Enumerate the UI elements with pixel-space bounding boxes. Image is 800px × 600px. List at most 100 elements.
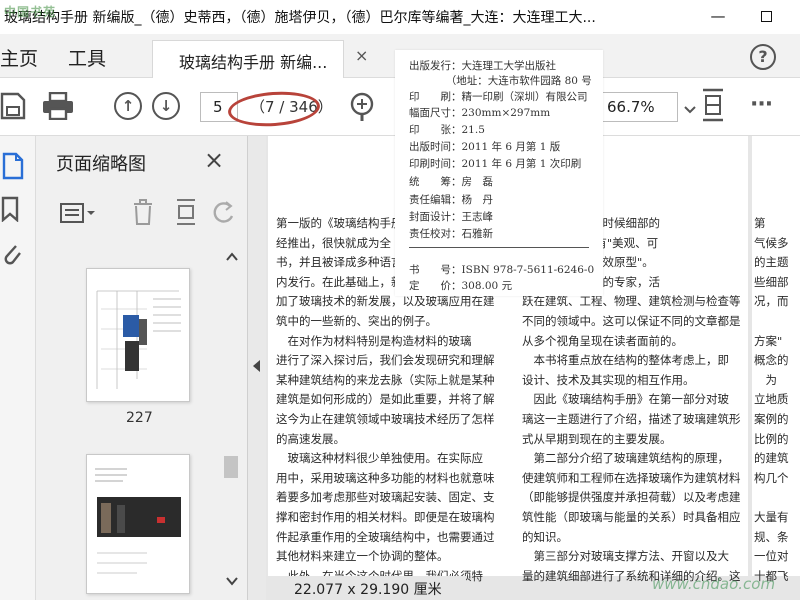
text-line: 第三部分对玻璃支撑方法、开窗以及大 [522, 549, 729, 564]
delete-page-icon[interactable] [132, 198, 154, 226]
scroll-down-icon[interactable] [226, 576, 238, 586]
colophon-line: 出版发行：大连理工大学出版社 [409, 60, 556, 72]
text-line: 第二部分介绍了玻璃建筑结构的原理， [522, 451, 729, 466]
panel-toolbar [36, 194, 248, 234]
text-line: 因此《玻璃结构手册》在第一部分对玻 [522, 392, 729, 407]
panel-close-icon[interactable]: × [204, 146, 224, 174]
text-line: 为 [754, 372, 777, 387]
text-line [754, 312, 798, 332]
text-line: 立地质 [754, 392, 789, 407]
colophon-line: （地址：大连市软件园路 80 号 [409, 75, 592, 87]
page-thumbnail[interactable] [86, 454, 190, 594]
scroll-up-icon[interactable] [226, 252, 238, 262]
page-thumbnails-icon[interactable] [0, 152, 24, 180]
print-icon[interactable] [42, 92, 74, 120]
colophon-line: 封面设计：王志峰 [409, 211, 493, 223]
extract-page-icon[interactable] [174, 198, 198, 226]
watermark-bottom: www.cndao.com [652, 575, 776, 593]
text-line: 从多个视角呈现在读者面前的。 [522, 333, 683, 348]
text-line: 些细部 [754, 274, 789, 289]
colophon-line: 幅面尺寸：230mm×297mm [409, 107, 551, 119]
colophon-line: 印 张：21.5 [409, 124, 485, 136]
text-line: 筑中的一些新的、突出的例子。 [276, 313, 437, 328]
fit-page-icon[interactable] [700, 88, 726, 122]
document-tab[interactable]: 玻璃结构手册 新编... [152, 40, 344, 78]
text-line: 不同的领域中。这可以保证不同的文章都是 [522, 313, 741, 328]
watermark-top-left: 中国书苑 [4, 5, 57, 19]
text-line: 规、条 [754, 529, 789, 544]
colophon-overlay: 出版发行：大连理工大学出版社 （地址：大连市软件园路 80 号 印 刷：精一印刷… [395, 50, 603, 296]
thumbnail-drawing [96, 290, 181, 389]
attachment-icon[interactable] [0, 240, 22, 268]
colophon-line: 责任编辑：杨 丹 [409, 194, 493, 206]
text-line: 的知识。 [522, 529, 568, 544]
menu-home[interactable]: 主页 [0, 44, 38, 71]
text-line: 案例的 [754, 411, 789, 426]
page-size-label: 22.077 x 29.190 厘米 [294, 582, 442, 598]
chevron-down-icon[interactable] [684, 106, 696, 114]
next-page-icon[interactable]: ↓ [152, 92, 180, 120]
text-line: 其他材料来建立一个协调的整体。 [276, 549, 449, 564]
maximize-icon [760, 10, 772, 22]
text-line: 玻璃这种材料很少单独使用。在实际应 [276, 451, 483, 466]
thumbnail-options-icon[interactable] [60, 202, 96, 224]
text-line: 着要多加考虑那些对玻璃起安装、固定、支 [276, 490, 495, 505]
bookmark-icon[interactable] [0, 196, 20, 222]
text-column-far: 第 气候多 的主题 些细部 况，而 方案" 概念的 为 立地质 案例的 比例的 … [754, 214, 798, 586]
previous-page-icon[interactable]: ↑ [114, 92, 142, 120]
zoom-level-input[interactable]: 66.7% [600, 92, 678, 122]
text-line: 比例的 [754, 431, 789, 446]
text-line: 件起承重作用的全玻璃结构中，也需要通过 [276, 529, 495, 544]
zoom-tool-icon[interactable] [348, 92, 376, 122]
text-line: 某种建筑结构的来龙去脉（实际上就是某种 [276, 372, 495, 387]
text-line: 撑和密封作用的相关材料。即便是在玻璃构 [276, 509, 495, 524]
text-line: 的主题 [754, 255, 789, 270]
text-line: 的建筑 [754, 451, 789, 466]
panel-title: 页面缩略图 [56, 154, 146, 175]
page-thumbnail-227[interactable] [86, 268, 190, 402]
colophon-divider [409, 247, 589, 248]
minimize-button[interactable]: — [700, 4, 736, 28]
text-line: 大量有 [754, 509, 789, 524]
thumbnail-drawing [95, 468, 181, 574]
text-line: 璃这一主题进行了介绍，描述了玻璃建筑形 [522, 411, 741, 426]
more-options-icon[interactable]: ··· [750, 92, 773, 117]
colophon-line: 印 刷：精一印刷（深圳）有限公司 [409, 91, 588, 103]
text-line: （即能够提供强度并承担荷载）以及考虑建 [522, 490, 741, 505]
text-line: 式从早期到现在的主要发展。 [522, 431, 672, 446]
text-line: 第 [754, 216, 766, 230]
text-line: 方案" [754, 333, 783, 348]
thumbnail-label: 227 [126, 410, 153, 426]
panel-scrollbar-thumb[interactable] [224, 456, 238, 478]
text-line: 筑性能（即玻璃与能量的关系）时具备相应 [522, 509, 741, 524]
collapse-panel-icon[interactable] [253, 360, 260, 372]
tab-close-icon[interactable]: × [355, 46, 368, 65]
colophon-line: 统 筹：房 磊 [409, 176, 493, 188]
page-thumbnails-panel: 页面缩略图 × 227 [36, 136, 248, 600]
text-line: 进行了深入探讨后，我们会发现研究和理解 [276, 353, 495, 368]
text-line: 气候多 [754, 235, 789, 250]
text-line: 概念的 [754, 353, 789, 368]
title-bar: 玻璃结构手册 新编版_（德）史蒂西，（德）施塔伊贝，（德）巴尔库等编著_大连：大… [0, 0, 800, 34]
text-line: 设计、技术及其实现的相互作用。 [522, 372, 695, 387]
text-line: 用中，采用玻璃这种多功能的材料也就意味 [276, 470, 495, 485]
menu-tools[interactable]: 工具 [68, 44, 106, 71]
colophon-line: 出版时间：2011 年 6 月第 1 版 [409, 141, 561, 153]
text-line: 的高速发展。 [276, 431, 345, 446]
text-line: 本书将重点放在结构的整体考虑上，即 [522, 353, 729, 368]
colophon-line: 责任校对：石雅新 [409, 228, 493, 240]
colophon-line: 定 价：308.00 元 [409, 280, 513, 292]
page-far-right: 第 气候多 的主题 些细部 况，而 方案" 概念的 为 立地质 案例的 比例的 … [752, 136, 800, 583]
colophon-line: 书 号：ISBN 978-7-5611-6246-0 [409, 264, 595, 276]
rotate-page-icon[interactable] [212, 200, 236, 226]
window-title: 玻璃结构手册 新编版_（德）史蒂西，（德）施塔伊贝，（德）巴尔库等编著_大连：大… [4, 10, 596, 26]
text-line [754, 488, 798, 508]
save-icon[interactable] [0, 92, 26, 120]
colophon-line: 印刷时间：2011 年 6 月第 1 次印刷 [409, 158, 582, 170]
text-line: 一位对 [754, 549, 789, 564]
left-sidebar [0, 136, 36, 600]
text-line: 况，而 [754, 294, 789, 309]
help-icon[interactable]: ? [750, 44, 776, 70]
maximize-button[interactable] [748, 4, 784, 28]
text-line: 构几个 [754, 470, 789, 485]
